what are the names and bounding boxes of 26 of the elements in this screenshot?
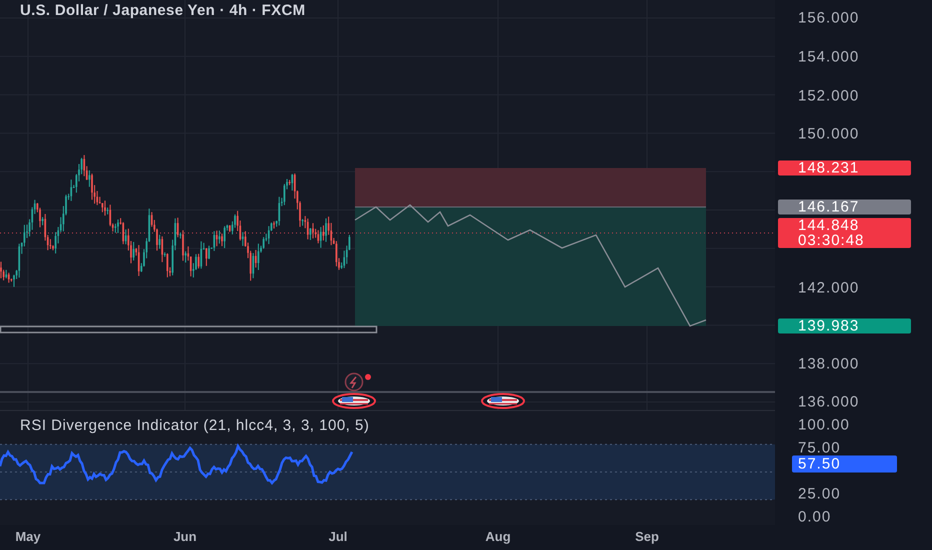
flag-icon[interactable] <box>332 393 376 409</box>
price-tag: 144.848 03:30:48 <box>778 218 911 248</box>
price-label: 152.000 <box>798 88 860 104</box>
time-label: Sep <box>635 529 659 544</box>
time-label: Jul <box>328 529 348 544</box>
chart-title: U.S. Dollar / Japanese Yen · 4h · FXCM <box>20 2 306 19</box>
indicator-axis-label: 0.00 <box>798 508 832 526</box>
price-label: 136.000 <box>798 394 860 410</box>
price-label: 142.000 <box>798 280 860 296</box>
indicator-axis-label: 75.00 <box>798 440 841 456</box>
price-tag: 139.983 <box>778 318 911 334</box>
price-label: 138.000 <box>798 356 860 372</box>
time-label: Jun <box>173 529 197 544</box>
price-label: 154.000 <box>798 48 860 66</box>
time-label: Aug <box>485 529 511 544</box>
lightning-icon[interactable] <box>344 372 371 392</box>
price-label: 156.000 <box>798 10 860 26</box>
price-tag: 146.167 <box>778 200 911 214</box>
indicator-axis-label: 100.00 <box>798 416 850 434</box>
price-label: 150.000 <box>798 126 860 142</box>
time-label: May <box>15 529 41 544</box>
indicator-title: RSI Divergence Indicator (21, hlcc4, 3, 3, 100, 5) <box>20 417 370 434</box>
flag-icon[interactable] <box>481 393 525 409</box>
indicator-axis-label: 25.00 <box>798 486 841 502</box>
value-tag: 57.50 <box>792 456 897 472</box>
price-tag: 148.231 <box>778 160 911 176</box>
